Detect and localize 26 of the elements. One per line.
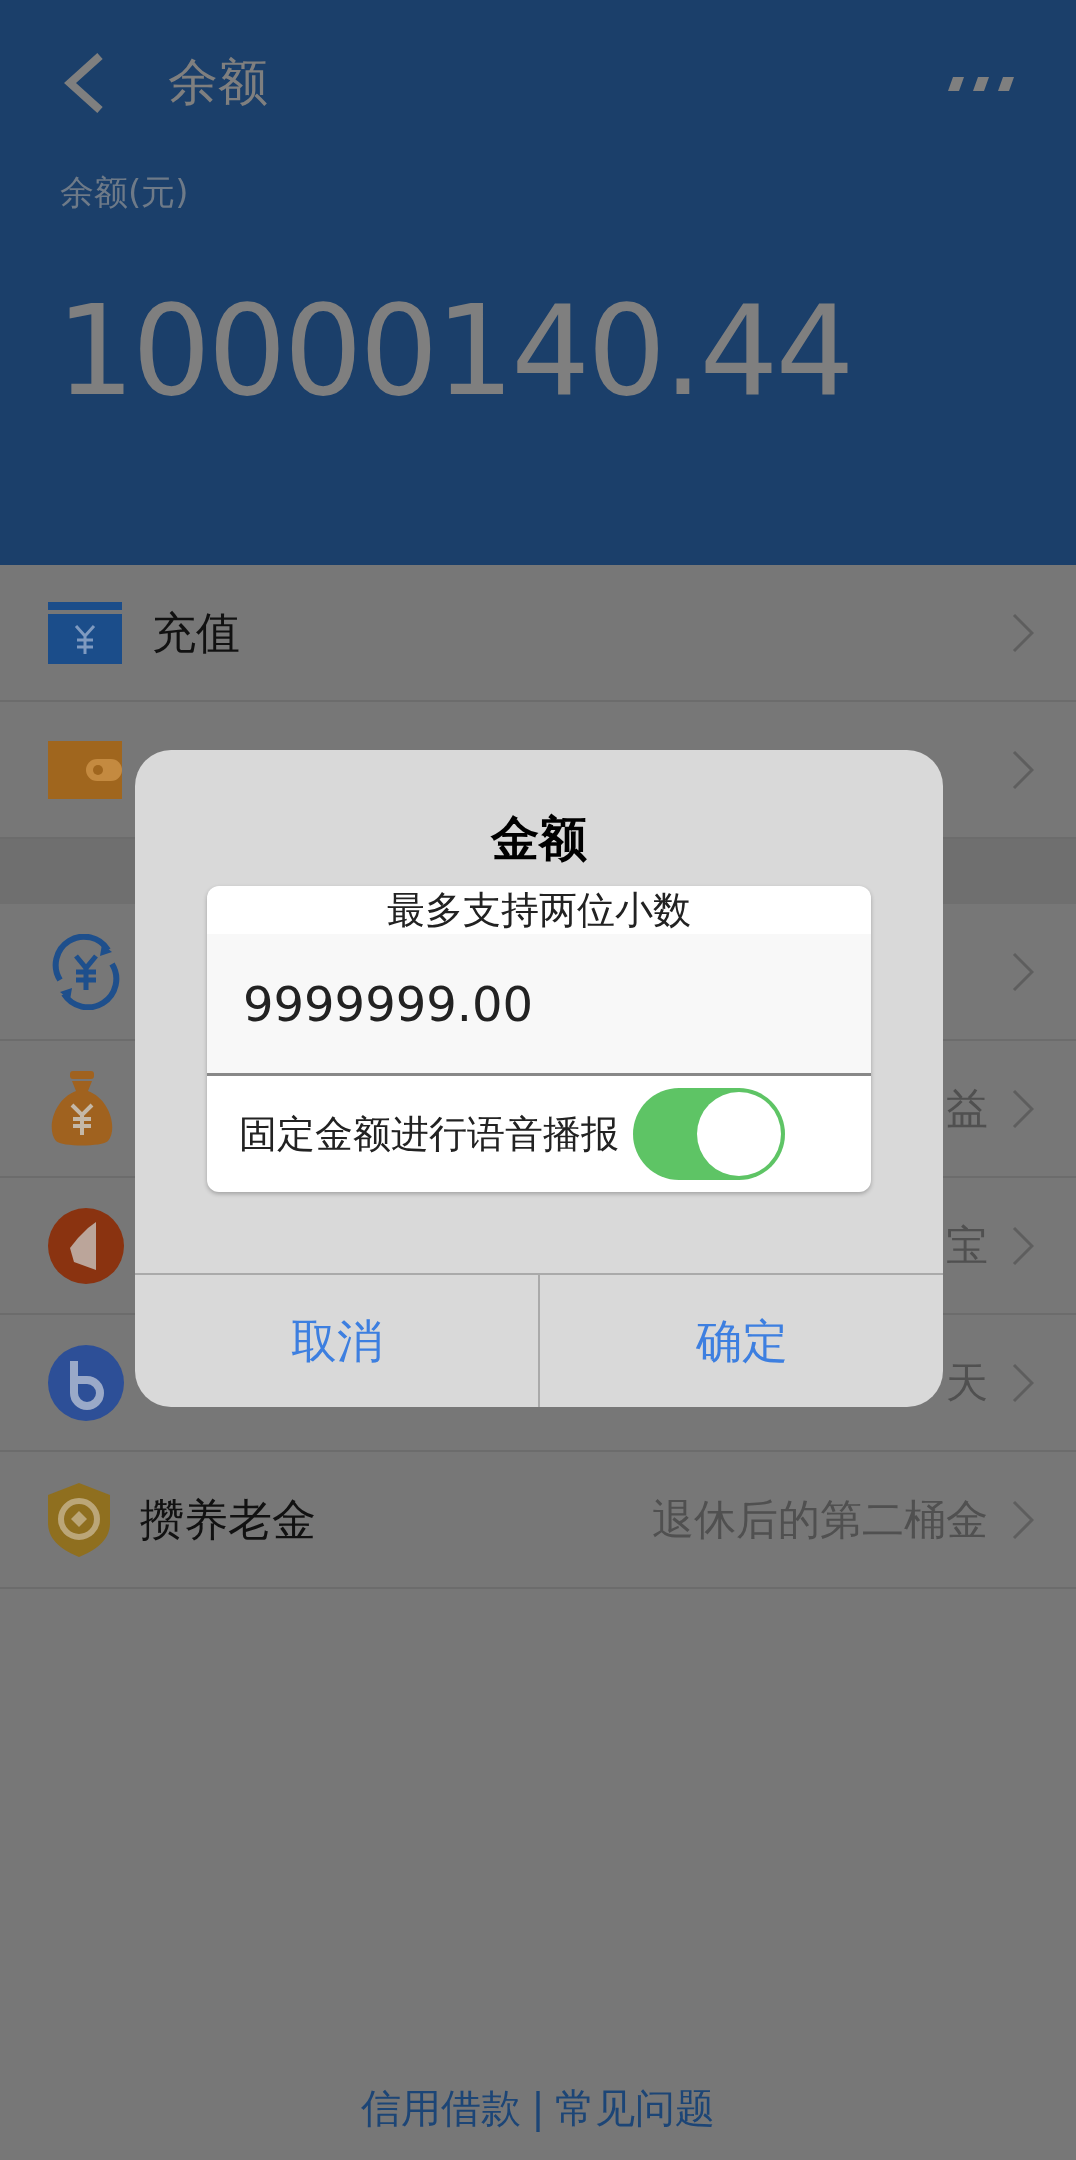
chevron-icon [1012, 749, 1034, 790]
amount-input[interactable]: 9999999.00 [207, 934, 871, 1076]
balance-amount: 10000140.44 [56, 279, 852, 423]
wallet-icon [48, 740, 122, 799]
footer-link[interactable]: 常见问题 [554, 2078, 715, 2138]
row-label: 充值 [152, 605, 240, 660]
row-label: 攒养老金 [140, 1492, 316, 1547]
footer-link[interactable]: 信用借款 [361, 2078, 522, 2138]
chevron-icon [1012, 612, 1034, 653]
chevron-icon [1012, 1225, 1034, 1266]
hint-text: 最多支持两位小数 [387, 891, 691, 929]
toggle-label: 固定金额进行语音播报 [239, 1110, 619, 1158]
menu-row[interactable]: 充值 [0, 565, 1076, 702]
card-icon [48, 601, 122, 664]
dialog-title: 金额 [491, 814, 587, 862]
balance-label: 余额(元) [60, 175, 190, 209]
chevron-icon [1012, 1499, 1034, 1540]
chevron-icon [1012, 1362, 1034, 1403]
circle-logo-icon [48, 1344, 124, 1421]
shield-icon [48, 1482, 110, 1557]
chevron-icon [1012, 1088, 1034, 1129]
dialog-button[interactable]: 确定 [538, 1275, 943, 1407]
chevron-icon [1012, 951, 1034, 992]
page-title: 余额 [168, 52, 268, 113]
separator: | [531, 2084, 545, 2134]
circle-logo-icon [48, 1207, 124, 1284]
